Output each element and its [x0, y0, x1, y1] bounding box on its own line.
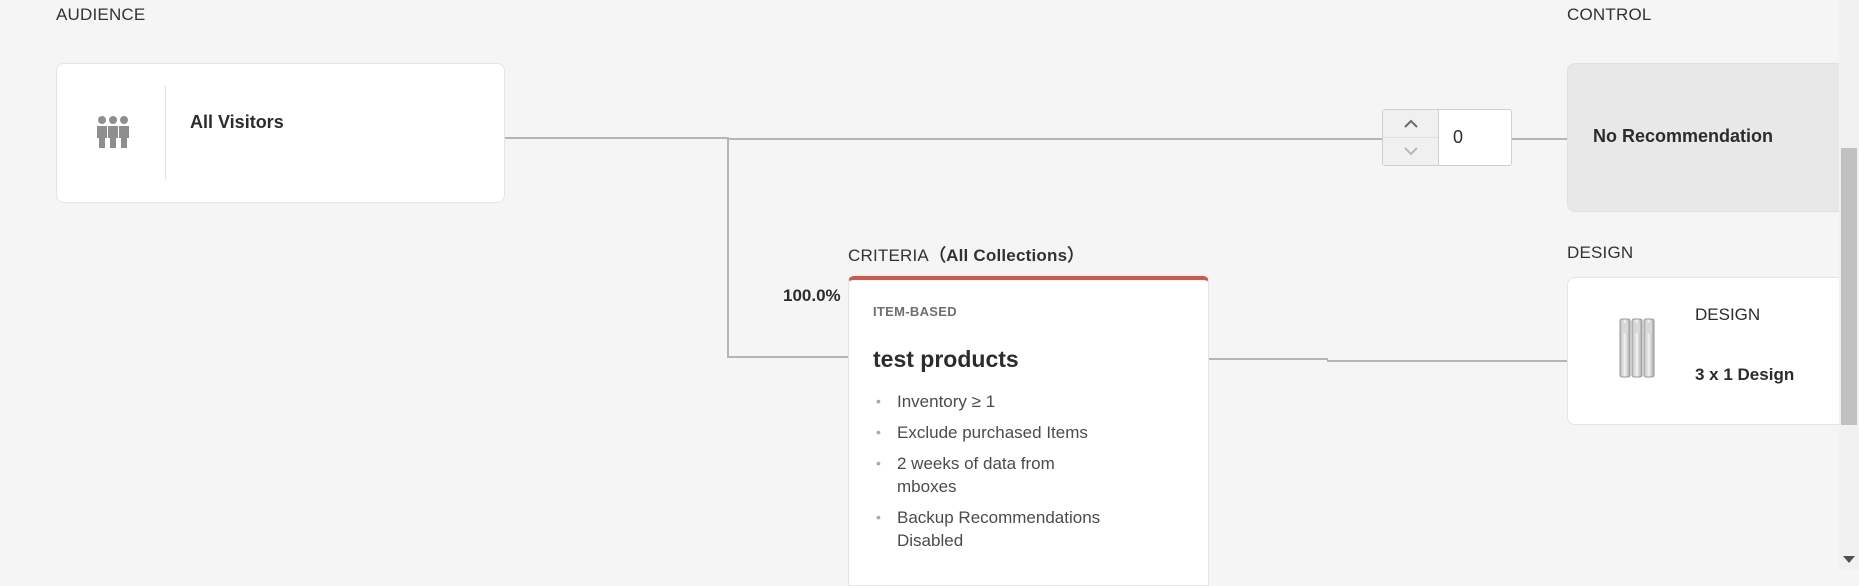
criteria-name: test products [873, 346, 1019, 372]
criteria-rules-list: • Inventory ≥ 1 • Exclude purchased Items … [873, 390, 1173, 560]
increment-button[interactable] [1383, 110, 1438, 138]
connector-branch-to-criteria [727, 356, 848, 358]
criteria-card[interactable]: ITEM-BASED test products • Inventory ≥ 1 … [848, 276, 1209, 586]
criteria-rule: • 2 weeks of data from mboxes [876, 454, 1055, 496]
scrollbar-thumb[interactable] [1841, 148, 1857, 425]
audience-card-divider [165, 86, 166, 180]
scroll-down-arrow-icon[interactable] [1843, 556, 1855, 563]
audience-card[interactable]: All Visitors [56, 63, 505, 203]
design-name: 3 x 1 Design [1695, 365, 1795, 384]
control-card-label: No Recommendation [1593, 126, 1774, 146]
criteria-rule: • Exclude purchased Items [876, 423, 1088, 442]
stepper-value[interactable]: 0 [1453, 127, 1463, 148]
design-title: DESIGN [1695, 305, 1761, 324]
connector-split-to-control [727, 138, 1382, 140]
bullet-icon: • [876, 455, 881, 471]
criteria-collection-label: （All Collections） [928, 246, 1085, 265]
criteria-rule: • Inventory ≥ 1 [876, 392, 996, 411]
control-allocation-stepper[interactable]: 0 [1382, 109, 1512, 166]
chevron-up-icon [1403, 119, 1418, 128]
bullet-icon: • [876, 424, 881, 440]
connector-mid-to-design [1327, 360, 1567, 362]
control-card[interactable]: No Recommendation [1567, 63, 1859, 212]
audience-section-label: AUDIENCE [56, 5, 146, 24]
criteria-section-label: CRITERIA（All Collections） [848, 241, 1084, 266]
audience-name: All Visitors [190, 112, 284, 132]
control-section-label: CONTROL [1567, 5, 1652, 24]
criteria-type: ITEM-BASED [873, 304, 957, 319]
criteria-rule: • Backup Recommendations Disabled [876, 508, 1101, 550]
design-section-label: DESIGN [1567, 243, 1634, 262]
design-card[interactable]: DESIGN 3 x 1 Design [1567, 277, 1859, 425]
criteria-section-title: CRITERIA [848, 246, 929, 265]
connector-criteria-to-mid [1209, 358, 1328, 360]
connector-audience-to-split [505, 137, 729, 139]
connector-vertical-branch [727, 137, 729, 358]
criteria-percentage: 100.0% [783, 286, 841, 305]
chevron-down-icon [1403, 147, 1418, 156]
bullet-icon: • [876, 509, 881, 525]
bullet-icon: • [876, 393, 881, 409]
stepper-buttons [1383, 110, 1439, 165]
activity-flow-canvas: AUDIENCE CONTROL CRITERIA（All Collection… [0, 0, 1859, 586]
vertical-scrollbar[interactable] [1839, 0, 1859, 569]
connector-stepper-to-control [1512, 138, 1567, 140]
people-group-icon [95, 114, 131, 150]
decrement-button[interactable] [1383, 138, 1438, 165]
design-thumbnail-icon [1619, 317, 1655, 379]
